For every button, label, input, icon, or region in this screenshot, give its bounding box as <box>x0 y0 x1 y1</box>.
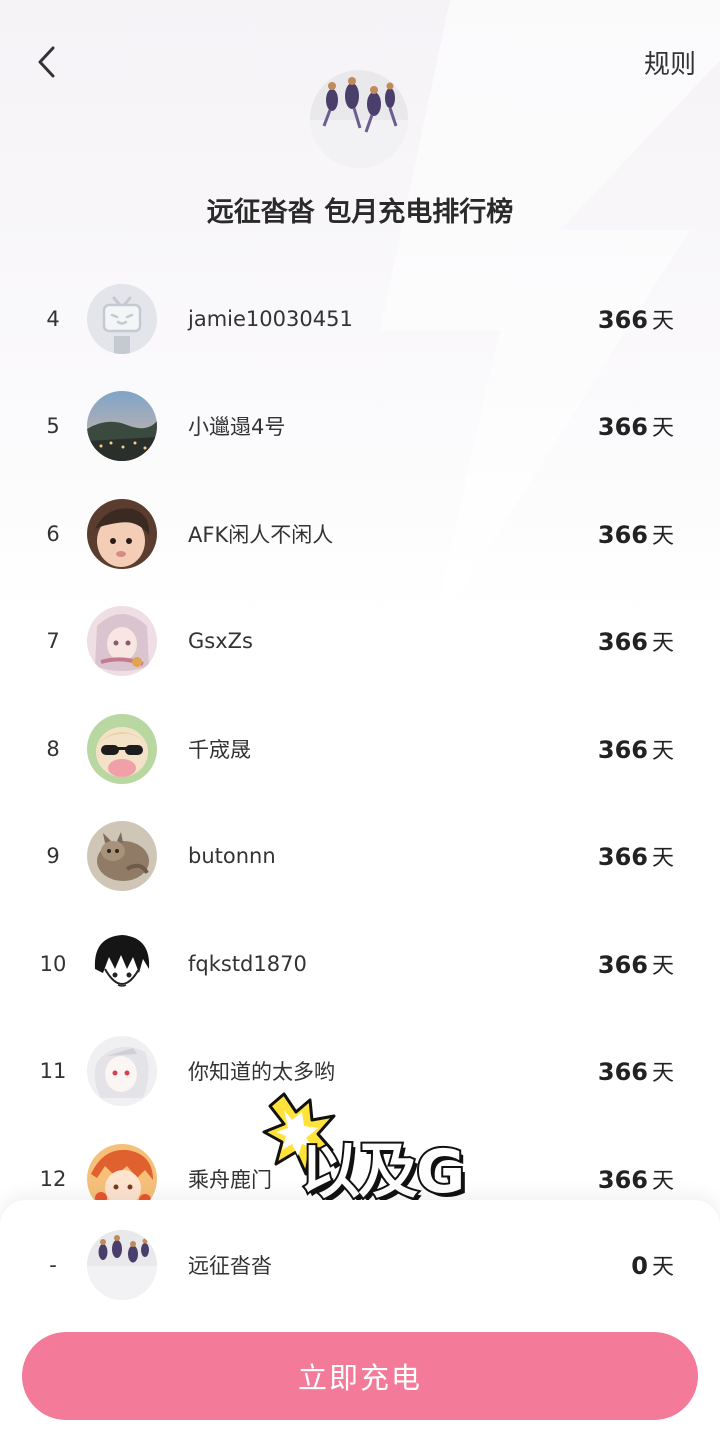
my-avatar[interactable] <box>87 1230 157 1300</box>
days-count: 366 天 <box>597 305 674 334</box>
user-name: 乘舟鹿门 <box>188 1167 272 1192</box>
ranking-list: 4 jamie10030451 366 天 5 小邋遢4号 366 天 6 AF… <box>0 265 720 1233</box>
days-count: 366 天 <box>597 413 674 442</box>
user-avatar[interactable] <box>87 498 157 569</box>
rank-number: 9 <box>46 844 60 869</box>
days-count: 366 天 <box>597 520 674 549</box>
user-name: GsxZs <box>188 629 253 654</box>
creator-avatar[interactable] <box>310 70 408 168</box>
ranking-row[interactable]: 7 GsxZs 366 天 <box>0 588 720 696</box>
days-count: 366 天 <box>597 950 674 979</box>
days-count: 366 天 <box>597 628 674 657</box>
user-avatar[interactable] <box>87 821 157 892</box>
user-name: 小邋遢4号 <box>188 415 286 440</box>
page-title: 远征沓沓 包月充电排行榜 <box>206 197 514 228</box>
ranking-row[interactable]: 10 fqkstd1870 366 天 <box>0 910 720 1018</box>
user-avatar[interactable] <box>87 391 157 462</box>
user-avatar[interactable] <box>87 1036 157 1107</box>
user-avatar[interactable] <box>87 928 157 999</box>
days-count: 366 天 <box>597 843 674 872</box>
video-caption-overlay: 以及G <box>298 1135 467 1209</box>
rules-link[interactable]: 规则 <box>644 44 696 81</box>
my-rank-panel: - 远征沓沓 0天 立即充电 <box>0 1200 720 1440</box>
ranking-row[interactable]: 6 AFK闲人不闲人 366 天 <box>0 480 720 588</box>
user-avatar[interactable] <box>87 283 157 354</box>
user-avatar[interactable] <box>87 606 157 677</box>
ranking-row[interactable]: 5 小邋遢4号 366 天 <box>0 373 720 481</box>
chevron-left-icon <box>38 46 55 78</box>
user-name: 你知道的太多哟 <box>188 1060 335 1085</box>
my-user-name: 远征沓沓 <box>188 1254 272 1278</box>
rank-number: 10 <box>39 951 67 976</box>
rank-number: 12 <box>39 1166 67 1191</box>
rank-number: 8 <box>46 736 60 761</box>
rank-number: 6 <box>46 521 60 546</box>
rank-number: 5 <box>46 414 60 439</box>
rank-number: 4 <box>46 306 60 331</box>
charge-now-button[interactable]: 立即充电 <box>22 1332 698 1420</box>
my-days-count: 0天 <box>631 1252 674 1280</box>
days-count: 366 天 <box>597 1058 674 1087</box>
days-count: 366 天 <box>597 735 674 764</box>
days-count: 366 天 <box>597 1165 674 1194</box>
ranking-row[interactable]: 11 你知道的太多哟 366 天 <box>0 1018 720 1126</box>
ranking-row[interactable]: 4 jamie10030451 366 天 <box>0 265 720 373</box>
user-name: fqkstd1870 <box>188 951 307 976</box>
user-name: AFK闲人不闲人 <box>188 522 334 547</box>
rank-number: 7 <box>46 629 60 654</box>
default-tv-avatar-icon <box>87 283 157 354</box>
user-name: 千宬晟 <box>188 737 251 762</box>
my-ranking-row[interactable]: - 远征沓沓 0天 <box>0 1210 720 1320</box>
back-button[interactable] <box>22 38 70 86</box>
ranking-row[interactable]: 8 千宬晟 366 天 <box>0 695 720 803</box>
my-rank-number: - <box>49 1253 57 1277</box>
user-name: jamie10030451 <box>188 306 353 331</box>
ranking-row[interactable]: 9 butonnn 366 天 <box>0 803 720 911</box>
user-name: butonnn <box>188 844 276 869</box>
rank-number: 11 <box>39 1059 67 1084</box>
user-avatar[interactable] <box>87 713 157 784</box>
